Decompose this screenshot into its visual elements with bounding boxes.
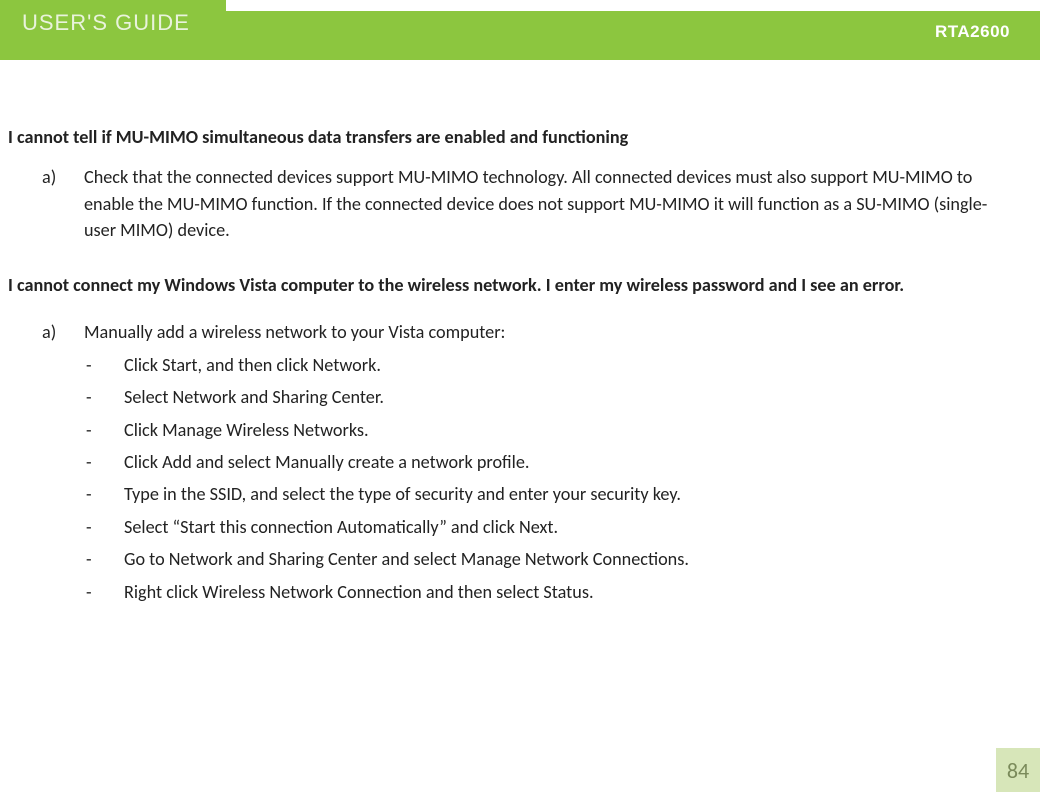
list-marker-dash: - bbox=[84, 449, 124, 475]
list-marker-dash: - bbox=[84, 514, 124, 540]
list-item: a) Check that the connected devices supp… bbox=[42, 164, 1012, 243]
page: USER'S GUIDE RTA2600 I cannot tell if MU… bbox=[0, 0, 1040, 792]
header-bar: USER'S GUIDE RTA2600 bbox=[0, 0, 1040, 60]
sub-text: Go to Network and Sharing Center and sel… bbox=[124, 546, 689, 572]
content: I cannot tell if MU-MIMO simultaneous da… bbox=[0, 60, 1040, 605]
list-marker-dash: - bbox=[84, 384, 124, 410]
list-item: - Click Manage Wireless Networks. bbox=[84, 417, 1012, 443]
list-marker-dash: - bbox=[84, 481, 124, 507]
sub-text: Select “Start this connection Automatica… bbox=[124, 514, 558, 540]
header-notch-white bbox=[226, 0, 1040, 11]
list-item: - Go to Network and Sharing Center and s… bbox=[84, 546, 1012, 572]
list-marker-dash: - bbox=[84, 352, 124, 378]
list-marker-a: a) bbox=[42, 319, 84, 605]
list-item: - Click Start, and then click Network. bbox=[84, 352, 1012, 378]
list-item: a) Manually add a wireless network to yo… bbox=[42, 319, 1012, 605]
section2-sublist: - Click Start, and then click Network. -… bbox=[84, 352, 1012, 605]
header-title-block: USER'S GUIDE bbox=[0, 0, 218, 45]
list-marker-dash: - bbox=[84, 546, 124, 572]
section2-list: a) Manually add a wireless network to yo… bbox=[42, 319, 1012, 605]
list-marker-a: a) bbox=[42, 164, 84, 243]
sub-text: Click Add and select Manually create a n… bbox=[124, 449, 530, 475]
header-title: USER'S GUIDE bbox=[22, 10, 190, 36]
sub-text: Click Manage Wireless Networks. bbox=[124, 417, 369, 443]
section2-heading: I cannot connect my Windows Vista comput… bbox=[8, 270, 1012, 302]
sub-text: Select Network and Sharing Center. bbox=[124, 384, 384, 410]
list-item: - Click Add and select Manually create a… bbox=[84, 449, 1012, 475]
section1-item-a: Check that the connected devices support… bbox=[84, 164, 1012, 243]
list-marker-dash: - bbox=[84, 417, 124, 443]
sub-text: Type in the SSID, and select the type of… bbox=[124, 481, 681, 507]
header-model: RTA2600 bbox=[935, 22, 1010, 42]
list-marker-dash: - bbox=[84, 579, 124, 605]
list-item: - Right click Wireless Network Connectio… bbox=[84, 579, 1012, 605]
page-number-box: 84 bbox=[996, 748, 1040, 792]
list-item: - Select Network and Sharing Center. bbox=[84, 384, 1012, 410]
page-number: 84 bbox=[1007, 757, 1029, 784]
sub-text: Right click Wireless Network Connection … bbox=[124, 579, 594, 605]
section2-item-a: Manually add a wireless network to your … bbox=[84, 319, 1012, 605]
list-item: - Type in the SSID, and select the type … bbox=[84, 481, 1012, 507]
section1-heading: I cannot tell if MU-MIMO simultaneous da… bbox=[8, 124, 1012, 150]
section1-list: a) Check that the connected devices supp… bbox=[42, 164, 1012, 243]
sub-text: Click Start, and then click Network. bbox=[124, 352, 381, 378]
section2-item-a-text: Manually add a wireless network to your … bbox=[84, 321, 505, 343]
list-item: - Select “Start this connection Automati… bbox=[84, 514, 1012, 540]
